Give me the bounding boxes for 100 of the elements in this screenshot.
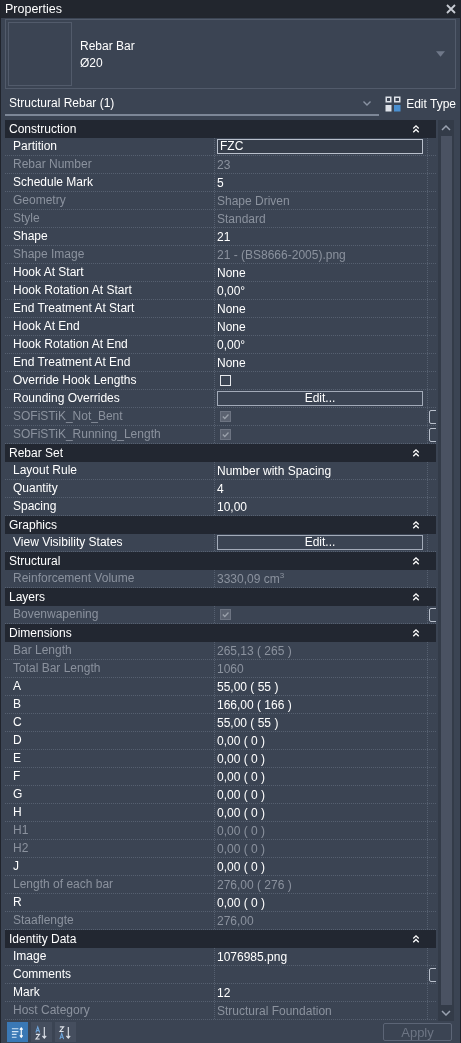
property-label: Layout Rule xyxy=(5,462,215,479)
property-label: Spacing xyxy=(5,498,215,515)
section-header[interactable]: Construction xyxy=(5,120,437,138)
instance-dropdown[interactable]: Structural Rebar (1) xyxy=(5,92,380,116)
property-label: SOFiSTiK_Running_Length xyxy=(5,426,215,443)
property-value: None xyxy=(217,265,246,280)
property-label: Bovenwapening xyxy=(5,606,215,623)
property-value: 1076985.png xyxy=(217,949,288,964)
property-value: Number with Spacing xyxy=(217,463,332,478)
property-label: Length of each bar xyxy=(5,876,215,893)
collapse-icon[interactable] xyxy=(412,520,421,530)
property-value: 21 xyxy=(217,229,231,244)
property-label: H1 xyxy=(5,822,215,839)
section-header[interactable]: Rebar Set xyxy=(5,444,437,462)
property-label: Reinforcement Volume xyxy=(5,570,215,587)
property-label: C xyxy=(5,714,215,731)
property-value: 0,00 ( 0 ) xyxy=(217,787,266,802)
property-value: Standard xyxy=(217,211,266,226)
scroll-down-icon[interactable] xyxy=(441,1010,452,1016)
property-label: Image xyxy=(5,948,215,965)
property-value: 10,00 xyxy=(217,499,248,514)
section-header[interactable]: Structural xyxy=(5,552,437,570)
property-value: 276,00 xyxy=(217,913,254,928)
property-label: Hook Rotation At End xyxy=(5,336,215,353)
property-value: 0,00 ( 0 ) xyxy=(217,841,266,856)
property-value: 4 xyxy=(217,481,224,496)
type-preview xyxy=(8,22,72,86)
property-label: End Treatment At End xyxy=(5,354,215,371)
section-header[interactable]: Graphics xyxy=(5,516,437,534)
property-value: 0,00 ( 0 ) xyxy=(217,823,266,838)
property-label: Style xyxy=(5,210,215,227)
property-label: Geometry xyxy=(5,192,215,209)
property-label: F xyxy=(5,768,215,785)
property-label: G xyxy=(5,786,215,803)
property-value: 21 - (BS8666-2005).png xyxy=(217,247,346,262)
property-value: 0,00 ( 0 ) xyxy=(217,805,266,820)
property-value: None xyxy=(217,301,246,316)
edit-button[interactable]: Edit... xyxy=(217,535,423,550)
collapse-icon[interactable] xyxy=(412,628,421,638)
edit-button[interactable]: Edit... xyxy=(217,391,423,406)
section-header[interactable]: Dimensions xyxy=(5,624,437,642)
property-label: SOFiSTiK_Not_Bent xyxy=(5,408,215,425)
window-title: Properties xyxy=(5,2,62,16)
property-label: Mark xyxy=(5,984,215,1001)
scroll-thumb[interactable] xyxy=(440,136,452,1005)
property-label: A xyxy=(5,678,215,695)
value-field[interactable]: FZC xyxy=(217,139,423,154)
type-name: Ø20 xyxy=(80,55,104,70)
property-value: 276,00 ( 276 ) xyxy=(217,877,292,892)
property-label: R xyxy=(5,894,215,911)
collapse-icon[interactable] xyxy=(412,124,421,134)
property-label: Partition xyxy=(5,138,215,155)
property-value: 0,00 ( 0 ) xyxy=(217,859,266,874)
scroll-up-icon[interactable] xyxy=(441,125,452,131)
type-selector[interactable]: Rebar Bar Ø20 xyxy=(5,19,456,89)
property-value: 55,00 ( 55 ) xyxy=(217,679,279,694)
property-label: Quantity xyxy=(5,480,215,497)
property-label: Rebar Number xyxy=(5,156,215,173)
property-value: 23 xyxy=(217,157,231,172)
property-value: None xyxy=(217,355,246,370)
property-value: 3330,09 cm$^{3}$ xyxy=(217,571,285,586)
property-value: 0,00 ( 0 ) xyxy=(217,751,266,766)
property-value: 55,00 ( 55 ) xyxy=(217,715,279,730)
collapse-icon[interactable] xyxy=(412,592,421,602)
collapse-icon[interactable] xyxy=(412,934,421,944)
sort-descending-button[interactable] xyxy=(55,1022,76,1042)
property-label: H2 xyxy=(5,840,215,857)
checkbox[interactable] xyxy=(220,375,231,386)
edit-type-button[interactable]: Edit Type xyxy=(379,93,456,115)
property-label: View Visibility States xyxy=(5,534,215,551)
property-label: Comments xyxy=(5,966,215,983)
property-label: B xyxy=(5,696,215,713)
property-label: Hook At End xyxy=(5,318,215,335)
collapse-icon[interactable] xyxy=(412,556,421,566)
property-value: Shape Driven xyxy=(217,193,290,208)
property-label: End Treatment At Start xyxy=(5,300,215,317)
categorized-sort-button[interactable] xyxy=(7,1022,28,1042)
property-label: D xyxy=(5,732,215,749)
property-value: 0,00 ( 0 ) xyxy=(217,733,266,748)
property-label: Hook At Start xyxy=(5,264,215,281)
property-value: 12 xyxy=(217,985,231,1000)
property-value: 0,00° xyxy=(217,337,246,352)
property-value: 0,00 ( 0 ) xyxy=(217,769,266,784)
property-label: Host Category xyxy=(5,1002,215,1019)
property-value: 0,00° xyxy=(217,283,246,298)
section-header[interactable]: Identity Data xyxy=(5,930,437,948)
property-label: Schedule Mark xyxy=(5,174,215,191)
property-label: Shape xyxy=(5,228,215,245)
sort-icon xyxy=(34,1025,49,1040)
close-icon[interactable] xyxy=(446,4,456,14)
property-value: None xyxy=(217,319,246,334)
property-label: H xyxy=(5,804,215,821)
property-label: Hook Rotation At Start xyxy=(5,282,215,299)
section-header[interactable]: Layers xyxy=(5,588,437,606)
sort-ascending-button[interactable] xyxy=(31,1022,52,1042)
property-label: E xyxy=(5,750,215,767)
collapse-icon[interactable] xyxy=(412,448,421,458)
scrollbar[interactable] xyxy=(438,120,454,1021)
property-value: 265,13 ( 265 ) xyxy=(217,643,292,658)
property-value: 0,00 ( 0 ) xyxy=(217,895,266,910)
